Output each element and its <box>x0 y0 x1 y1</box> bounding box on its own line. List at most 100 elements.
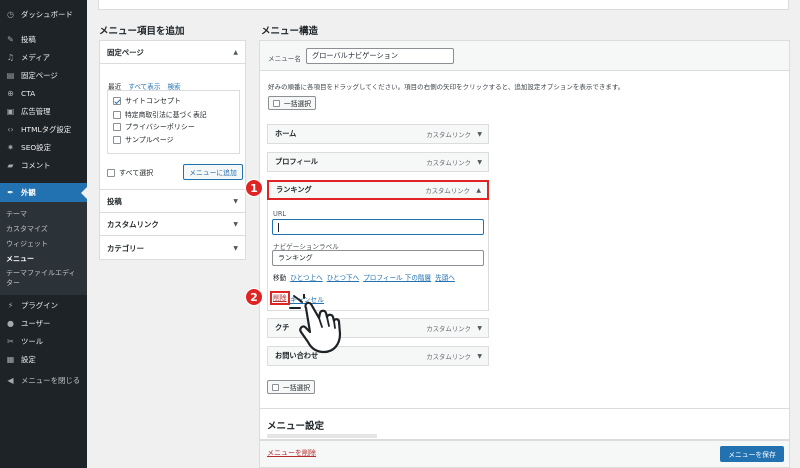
chevron-up-icon[interactable]: ▲ <box>476 187 481 194</box>
move-down-link[interactable]: ひとつ下へ <box>327 274 360 282</box>
chevron-down-icon[interactable]: ▼ <box>233 245 238 252</box>
chevron-up-icon[interactable]: ▲ <box>233 49 238 56</box>
select-all[interactable]: すべて選択 <box>107 168 153 178</box>
sidebar-item-appearance[interactable]: ✒ 外観 <box>0 183 87 202</box>
sidebar-item-label: CTA <box>21 88 36 98</box>
submenu-widgets[interactable]: ウィジェット <box>6 239 48 249</box>
admin-sidebar: ◷ ダッシュボード ✎ 投稿 ♫ メディア ▤ 固定ページ ⊕ CTA ▣ 広告管理 ‹› H… <box>0 0 87 468</box>
settings-row-partial <box>267 434 377 438</box>
top-panel <box>98 0 789 10</box>
bulk-select-button[interactable]: 一括選択 <box>268 96 316 110</box>
chevron-down-icon[interactable]: ▼ <box>477 131 482 138</box>
menu-structure-title: メニュー構造 <box>261 26 319 37</box>
move-under-link[interactable]: プロフィール 下の階層 <box>363 274 431 282</box>
settings-icon: ▦ <box>6 354 15 364</box>
media-icon: ♫ <box>6 52 15 62</box>
sidebar-item-label: SEO設定 <box>21 142 51 152</box>
divider <box>259 408 790 409</box>
step-badge-1: 1 <box>245 179 263 197</box>
list-item[interactable]: プライバシーポリシー <box>113 122 195 132</box>
chevron-down-icon[interactable]: ▼ <box>233 221 238 228</box>
page-icon: ▤ <box>6 70 15 80</box>
delete-highlight: 削除 <box>270 291 290 305</box>
menu-item-profile[interactable]: プロフィール カスタムリンク ▼ <box>267 152 489 172</box>
sidebar-item-settings[interactable]: ▦ 設定 <box>0 350 87 368</box>
sidebar-item-label: ダッシュボード <box>21 9 73 19</box>
code-icon: ‹› <box>7 124 14 134</box>
list-item[interactable]: サイトコンセプト <box>113 96 181 106</box>
sidebar-collapse[interactable]: ◀ メニューを閉じる <box>0 371 87 389</box>
nav-label-input[interactable]: ランキング <box>272 250 484 266</box>
sidebar-item-posts[interactable]: ✎ 投稿 <box>0 30 87 48</box>
sidebar-item-label: 投稿 <box>21 34 36 44</box>
checkbox[interactable] <box>113 111 121 119</box>
delete-menu-link[interactable]: メニューを削除 <box>267 448 316 458</box>
posts-accordion-header[interactable]: 投稿 ▼ <box>100 189 245 212</box>
custom-links-accordion-header[interactable]: カスタムリンク ▼ <box>100 212 245 235</box>
sidebar-item-pages[interactable]: ▤ 固定ページ <box>0 66 87 84</box>
menu-name-label: メニュー名 <box>268 55 301 63</box>
pointing-hand-icon <box>289 294 342 354</box>
sidebar-item-users[interactable]: ● ユーザー <box>0 314 87 332</box>
menu-name-input[interactable]: グローバルナビゲーション <box>306 48 454 64</box>
add-to-menu-button[interactable]: メニューに追加 <box>183 164 243 180</box>
add-items-title: メニュー項目を追加 <box>99 26 185 37</box>
move-top-link[interactable]: 先頭へ <box>435 274 455 282</box>
checkbox <box>271 383 279 391</box>
sidebar-item-comments[interactable]: ▰ コメント <box>0 156 87 174</box>
bulk-select-button-bottom[interactable]: 一括選択 <box>267 380 315 394</box>
add-items-panel: 固定ページ ▲ 最近 すべて表示 検索 サイトコンセプト 特定商取引法に基づく表記 プ… <box>99 40 246 260</box>
sidebar-item-label: ユーザー <box>21 318 51 328</box>
delete-link[interactable]: 削除 <box>273 294 287 302</box>
text-cursor <box>278 222 279 232</box>
chevron-down-icon[interactable]: ▼ <box>477 159 482 166</box>
checkbox[interactable] <box>107 169 115 177</box>
categories-accordion-header[interactable]: カテゴリー ▼ <box>100 235 245 260</box>
checkbox[interactable] <box>113 97 121 105</box>
sidebar-item-cta[interactable]: ⊕ CTA <box>0 84 87 102</box>
comment-icon: ▰ <box>7 160 14 170</box>
wrench-icon: ✂ <box>7 336 14 346</box>
sidebar-item-plugins[interactable]: ⚡ プラグイン <box>0 296 87 314</box>
menu-item-home[interactable]: ホーム カスタムリンク ▼ <box>267 124 489 144</box>
move-up-link[interactable]: ひとつ上へ <box>290 274 323 282</box>
sidebar-item-ads[interactable]: ▣ 広告管理 <box>0 102 87 120</box>
sidebar-item-tools[interactable]: ✂ ツール <box>0 332 87 350</box>
sidebar-item-seo[interactable]: ✷ SEO設定 <box>0 138 87 156</box>
menu-item-ranking[interactable]: ランキング カスタムリンク ▲ <box>267 180 489 200</box>
submenu-customize[interactable]: カスタマイズ <box>6 224 48 234</box>
submenu-menus[interactable]: メニュー <box>6 254 34 264</box>
sidebar-item-label: 外観 <box>21 188 36 197</box>
list-item[interactable]: サンプルページ <box>113 135 174 145</box>
chevron-down-icon[interactable]: ▼ <box>477 353 482 360</box>
instructions-text: 好みの順番に各項目をドラッグしてください。項目の右側の矢印をクリックすると、追加… <box>268 83 625 91</box>
sidebar-item-label: 固定ページ <box>21 70 58 80</box>
submenu-theme[interactable]: テーマ <box>6 209 27 219</box>
chevron-down-icon[interactable]: ▼ <box>233 198 238 205</box>
sidebar-item-media[interactable]: ♫ メディア <box>0 48 87 66</box>
sidebar-item-dashboard[interactable]: ◷ ダッシュボード <box>0 5 87 23</box>
sidebar-item-label: メニューを閉じる <box>21 375 81 385</box>
checkbox <box>272 99 280 107</box>
checkbox[interactable] <box>113 123 121 131</box>
sidebar-item-label: 広告管理 <box>21 106 51 116</box>
sidebar-item-label: HTMLタグ設定 <box>21 124 72 134</box>
save-menu-button[interactable]: メニューを保存 <box>720 446 784 462</box>
user-icon: ● <box>7 318 14 328</box>
sidebar-item-label: コメント <box>21 160 51 170</box>
dashboard-icon: ◷ <box>7 9 14 19</box>
menu-footer <box>259 440 790 468</box>
gear-icon: ✷ <box>7 142 14 152</box>
chevron-down-icon[interactable]: ▼ <box>477 325 482 332</box>
pages-accordion-header[interactable]: 固定ページ ▲ <box>100 41 245 64</box>
main-content: メニュー項目を追加 固定ページ ▲ 最近 すべて表示 検索 サイトコンセプト 特定商取… <box>87 0 800 468</box>
cta-icon: ⊕ <box>7 88 14 98</box>
list-item[interactable]: 特定商取引法に基づく表記 <box>113 109 207 119</box>
appearance-submenu: テーマ カスタマイズ ウィジェット メニュー テーマファイルエディター <box>0 202 87 295</box>
submenu-theme-editor[interactable]: テーマファイルエディター <box>6 268 82 288</box>
sidebar-item-html-tags[interactable]: ‹› HTMLタグ設定 <box>0 120 87 138</box>
checkbox[interactable] <box>113 136 121 144</box>
pin-icon: ✎ <box>7 34 14 44</box>
url-input[interactable] <box>272 219 484 235</box>
brush-icon: ✒ <box>7 188 14 197</box>
